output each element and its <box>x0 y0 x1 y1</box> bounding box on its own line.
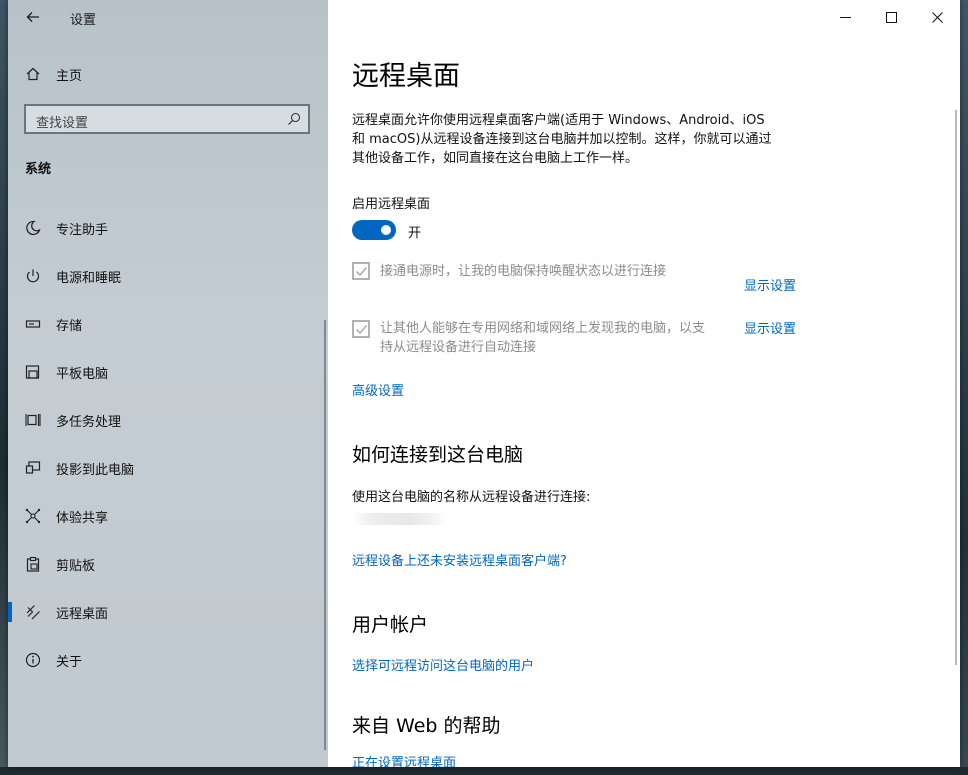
toggle-knob <box>381 225 391 235</box>
maximize-button[interactable] <box>868 0 914 34</box>
keep-awake-checkbox[interactable] <box>352 262 370 280</box>
sidebar-item-label: 平板电脑 <box>56 366 109 382</box>
sidebar-item-remote-desktop[interactable]: 远程桌面 <box>8 588 328 636</box>
user-accounts-heading: 用户帐户 <box>352 614 429 636</box>
pc-name-redacted <box>352 513 448 525</box>
desktop-background-bottom <box>0 767 968 775</box>
sidebar-item-multitasking[interactable]: 多任务处理 <box>8 396 328 444</box>
keep-awake-label: 接通电源时，让我的电脑保持唤醒状态以进行连接 <box>380 264 667 279</box>
sidebar-item-label: 剪贴板 <box>56 558 96 574</box>
how-to-connect-heading: 如何连接到这台电脑 <box>352 444 524 466</box>
discoverable-checkbox[interactable] <box>352 320 370 338</box>
sidebar-nav: 专注助手 电源和睡眠 存储 平板电脑 多任务处理 投影到此电脑 体验共享 剪贴板… <box>8 204 328 684</box>
maximize-icon <box>885 11 897 23</box>
sidebar-item-clipboard[interactable]: 剪贴板 <box>8 540 328 588</box>
sidebar-item-label: 专注助手 <box>56 222 109 238</box>
discoverable-label: 让其他人能够在专用网络和域网络上发现我的电脑，以支 持从远程设备进行自动连接 <box>380 319 736 357</box>
section-title: 系统 <box>25 162 52 177</box>
multitask-icon <box>25 412 41 428</box>
sidebar-item-tablet[interactable]: 平板电脑 <box>8 348 328 396</box>
title-bar: 设置 <box>8 0 328 34</box>
main-content: 远程桌面 远程桌面允许你使用远程桌面客户端(适用于 Windows、Androi… <box>328 0 960 767</box>
enable-remote-desktop-label: 启用远程桌面 <box>352 197 431 212</box>
sidebar-scrollbar[interactable] <box>324 320 326 750</box>
minimize-icon <box>839 16 851 18</box>
setting-up-remote-desktop-link[interactable]: 正在设置远程桌面 <box>352 752 456 767</box>
sidebar-item-about[interactable]: 关于 <box>8 636 328 684</box>
checkmark-icon <box>355 266 367 276</box>
moon-icon <box>25 220 41 236</box>
description-line-1: 远程桌面允许你使用远程桌面客户端(适用于 Windows、Android、iOS <box>352 113 765 128</box>
discoverable-label-line-2: 持从远程设备进行自动连接 <box>380 340 537 355</box>
sidebar-item-label: 远程桌面 <box>56 606 109 622</box>
search-input[interactable]: 查找设置 <box>24 104 310 134</box>
page-title: 远程桌面 <box>352 61 460 92</box>
window-controls <box>822 0 960 34</box>
enable-remote-desktop-toggle[interactable] <box>352 220 396 240</box>
back-button[interactable] <box>22 7 44 27</box>
back-arrow-icon <box>26 12 39 22</box>
projecting-icon <box>25 460 41 476</box>
app-title: 设置 <box>70 13 97 28</box>
sidebar-item-label: 电源和睡眠 <box>56 270 122 286</box>
sidebar-item-power-sleep[interactable]: 电源和睡眠 <box>8 252 328 300</box>
sidebar-item-label: 投影到此电脑 <box>56 462 135 478</box>
desktop-background-left <box>0 0 8 775</box>
close-button[interactable] <box>914 0 960 34</box>
tablet-icon <box>25 364 41 380</box>
minimize-button[interactable] <box>822 0 868 34</box>
sidebar-item-label: 关于 <box>56 654 83 670</box>
checkmark-icon <box>355 324 367 334</box>
advanced-settings-link[interactable]: 高级设置 <box>352 380 404 399</box>
sidebar-item-projecting[interactable]: 投影到此电脑 <box>8 444 328 492</box>
sidebar-item-label: 存储 <box>56 318 83 334</box>
clipboard-icon <box>25 556 41 572</box>
content-scrollbar[interactable] <box>955 110 957 665</box>
sidebar-item-storage[interactable]: 存储 <box>8 300 328 348</box>
toggle-state-label: 开 <box>408 226 422 241</box>
search-placeholder: 查找设置 <box>36 116 89 131</box>
desktop-background-right <box>960 0 968 775</box>
discoverable-label-line-1: 让其他人能够在专用网络和域网络上发现我的电脑，以支 <box>380 321 706 336</box>
power-icon <box>25 268 41 284</box>
sidebar-item-label: 主页 <box>56 68 83 84</box>
sidebar-item-shared-experiences[interactable]: 体验共享 <box>8 492 328 540</box>
no-client-link[interactable]: 远程设备上还未安装远程桌面客户端? <box>352 550 567 569</box>
show-settings-link-2[interactable]: 显示设置 <box>744 318 796 337</box>
web-help-heading: 来自 Web 的帮助 <box>352 715 501 737</box>
active-indicator <box>8 602 12 622</box>
sidebar-item-label: 体验共享 <box>56 510 109 526</box>
description-line-3: 其他设备工作，如同直接在这台电脑上工作一样。 <box>352 151 639 166</box>
sidebar-item-home[interactable]: 主页 <box>8 58 328 90</box>
sidebar-item-label: 多任务处理 <box>56 414 122 430</box>
page-description: 远程桌面允许你使用远程桌面客户端(适用于 Windows、Android、iOS… <box>352 111 812 168</box>
storage-icon <box>25 316 41 332</box>
description-line-2: 和 macOS)从远程设备连接到这台电脑并加以控制。这样，你就可以通过 <box>352 132 772 147</box>
settings-window: 设置 主页 查找设置 系统 专注助手 电源和睡眠 存储 平板电脑 多任务处理 投… <box>8 0 960 767</box>
select-users-link[interactable]: 选择可远程访问这台电脑的用户 <box>352 655 534 674</box>
remote-desktop-icon <box>25 604 41 620</box>
close-icon <box>931 11 943 23</box>
info-icon <box>25 652 41 668</box>
how-to-connect-desc: 使用这台电脑的名称从远程设备进行连接: <box>352 490 591 505</box>
sidebar: 设置 主页 查找设置 系统 专注助手 电源和睡眠 存储 平板电脑 多任务处理 投… <box>8 0 328 767</box>
search-icon[interactable] <box>287 112 301 126</box>
home-icon <box>25 66 41 82</box>
sidebar-item-focus-assist[interactable]: 专注助手 <box>8 204 328 252</box>
show-settings-link-1[interactable]: 显示设置 <box>744 275 796 294</box>
shared-experiences-icon <box>25 508 41 524</box>
